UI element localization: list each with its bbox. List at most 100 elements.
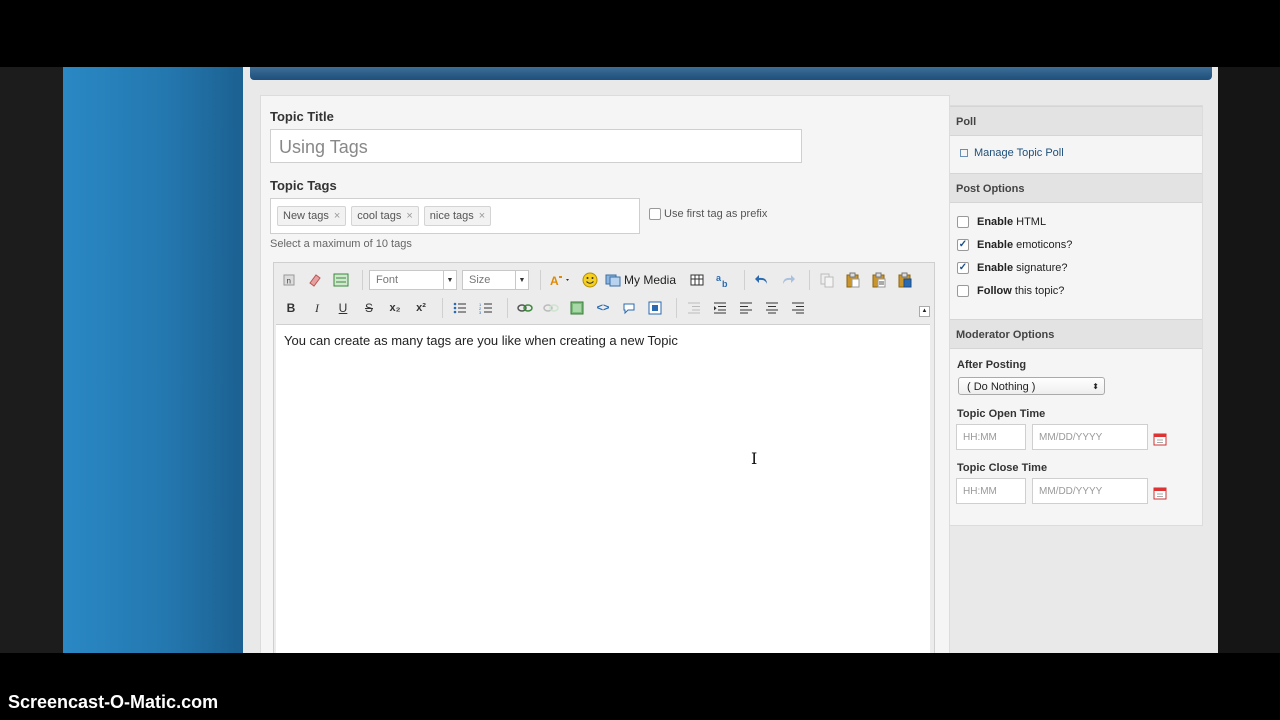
after-posting-label: After Posting <box>957 359 1027 371</box>
strikethrough-button[interactable]: S <box>358 297 380 319</box>
redo-icon[interactable] <box>777 269 799 291</box>
header-bar <box>250 67 1212 80</box>
size-select[interactable]: Size ▼ <box>462 270 529 290</box>
post-options-header: Post Options <box>950 173 1202 203</box>
browser-viewport: Topic Title Using Tags Topic Tags New ta… <box>0 67 1280 653</box>
align-right-icon[interactable] <box>787 297 809 319</box>
copy-icon[interactable] <box>816 269 838 291</box>
option-label: Enable HTML <box>977 216 1047 228</box>
toolbar-row-1: n Font ▼ Size ▼ A My Media a b <box>278 266 920 294</box>
my-media-label: My Media <box>624 273 677 287</box>
paste-text-icon[interactable] <box>868 269 890 291</box>
svg-text:3: 3 <box>479 310 482 314</box>
toggle-view-icon[interactable] <box>330 269 352 291</box>
superscript-button[interactable]: x² <box>410 297 432 319</box>
option-follow-topic[interactable]: Follow this topic? <box>957 285 1064 297</box>
close-time-label: Topic Close Time <box>957 462 1048 474</box>
remove-tag-icon[interactable]: × <box>406 210 412 222</box>
smiley-icon[interactable] <box>579 269 601 291</box>
remove-tag-icon[interactable]: × <box>479 210 485 222</box>
bullet-list-icon[interactable] <box>449 297 471 319</box>
prefix-option[interactable]: Use first tag as prefix <box>649 208 767 220</box>
remove-format-icon[interactable]: n <box>278 269 300 291</box>
table-icon[interactable] <box>686 269 708 291</box>
align-left-icon[interactable] <box>735 297 757 319</box>
paste-word-icon[interactable] <box>894 269 916 291</box>
after-posting-value: ( Do Nothing ) <box>967 381 1036 393</box>
toolbar-separator <box>540 270 541 290</box>
left-background <box>63 67 248 653</box>
align-center-icon[interactable] <box>761 297 783 319</box>
collapse-toolbar-icon[interactable]: ▲ <box>919 306 930 317</box>
tag-label: New tags <box>283 210 329 222</box>
toolbar-separator <box>676 298 677 318</box>
image-icon[interactable] <box>566 297 588 319</box>
poll-header: Poll <box>950 106 1202 136</box>
option-enable-signature[interactable]: ✓ Enable signature? <box>957 262 1068 274</box>
tag-label: nice tags <box>429 210 474 222</box>
svg-text:b: b <box>722 279 728 288</box>
after-posting-select[interactable]: ( Do Nothing ) ⬍ <box>958 377 1105 395</box>
paste-icon[interactable] <box>842 269 864 291</box>
option-enable-emoticons[interactable]: ✓ Enable emoticons? <box>957 239 1072 251</box>
quote-icon[interactable] <box>618 297 640 319</box>
open-time-label: Topic Open Time <box>957 408 1046 420</box>
text-cursor-icon: I <box>751 449 758 468</box>
toolbar-separator <box>744 270 746 290</box>
toolbar-row-2: B I U S x₂ x² 123 <> <box>280 294 813 322</box>
subscript-button[interactable]: x₂ <box>384 297 406 319</box>
open-time-input[interactable]: HH:MM <box>956 424 1026 450</box>
unlink-icon[interactable] <box>540 297 562 319</box>
toolbar-separator <box>809 270 811 290</box>
right-background <box>1218 67 1280 653</box>
select-arrows-icon: ⬍ <box>1092 382 1099 391</box>
toolbar-separator <box>507 298 508 318</box>
prefix-label: Use first tag as prefix <box>664 208 768 220</box>
tag-label: cool tags <box>357 210 402 222</box>
prefix-checkbox[interactable] <box>649 208 661 220</box>
code-icon[interactable]: <> <box>592 297 614 319</box>
close-time-input[interactable]: HH:MM <box>956 478 1026 504</box>
moderator-options-header: Moderator Options <box>950 319 1202 349</box>
my-media-button[interactable]: My Media <box>605 273 676 287</box>
tags-hint: Select a maximum of 10 tags <box>270 238 412 250</box>
remove-tag-icon[interactable]: × <box>334 210 340 222</box>
checkbox[interactable] <box>957 216 969 228</box>
link-icon[interactable] <box>514 297 536 319</box>
underline-button[interactable]: U <box>332 297 354 319</box>
option-label: Enable emoticons? <box>977 239 1073 251</box>
outdent-icon[interactable] <box>683 297 705 319</box>
option-enable-html[interactable]: Enable HTML <box>957 216 1046 228</box>
undo-icon[interactable] <box>751 269 773 291</box>
tag-chip: New tags × <box>277 206 347 226</box>
checkbox[interactable] <box>957 285 969 297</box>
block-icon[interactable] <box>644 297 666 319</box>
find-replace-icon[interactable]: ab <box>712 269 734 291</box>
calendar-icon[interactable] <box>1153 432 1167 446</box>
eraser-icon[interactable] <box>304 269 326 291</box>
option-label: Follow this topic? <box>977 285 1065 297</box>
topic-title-input[interactable]: Using Tags <box>270 129 802 163</box>
close-date-input[interactable]: MM/DD/YYYY <box>1032 478 1148 504</box>
bold-button[interactable]: B <box>280 297 302 319</box>
dropdown-arrow-icon: ▼ <box>515 271 528 289</box>
italic-button[interactable]: I <box>306 297 328 319</box>
text-color-icon[interactable]: A <box>547 269 575 291</box>
calendar-icon[interactable] <box>1153 486 1167 500</box>
checkbox[interactable]: ✓ <box>957 239 969 251</box>
open-date-input[interactable]: MM/DD/YYYY <box>1032 424 1148 450</box>
editor-content[interactable]: You can create as many tags are you like… <box>276 324 930 653</box>
tags-input[interactable]: New tags × cool tags × nice tags × <box>270 198 640 234</box>
toolbar-separator <box>362 270 363 290</box>
manage-poll-link[interactable]: Manage Topic Poll <box>960 147 1064 159</box>
checkbox[interactable]: ✓ <box>957 262 969 274</box>
numbered-list-icon[interactable]: 123 <box>475 297 497 319</box>
bullet-icon <box>960 149 968 157</box>
indent-icon[interactable] <box>709 297 731 319</box>
dropdown-arrow-icon: ▼ <box>443 271 456 289</box>
topic-title-label: Topic Title <box>270 109 334 124</box>
font-select[interactable]: Font ▼ <box>369 270 457 290</box>
tag-chip: nice tags × <box>423 206 492 226</box>
watermark: Screencast-O-Matic.com <box>8 692 219 712</box>
manage-poll-label: Manage Topic Poll <box>974 147 1064 159</box>
